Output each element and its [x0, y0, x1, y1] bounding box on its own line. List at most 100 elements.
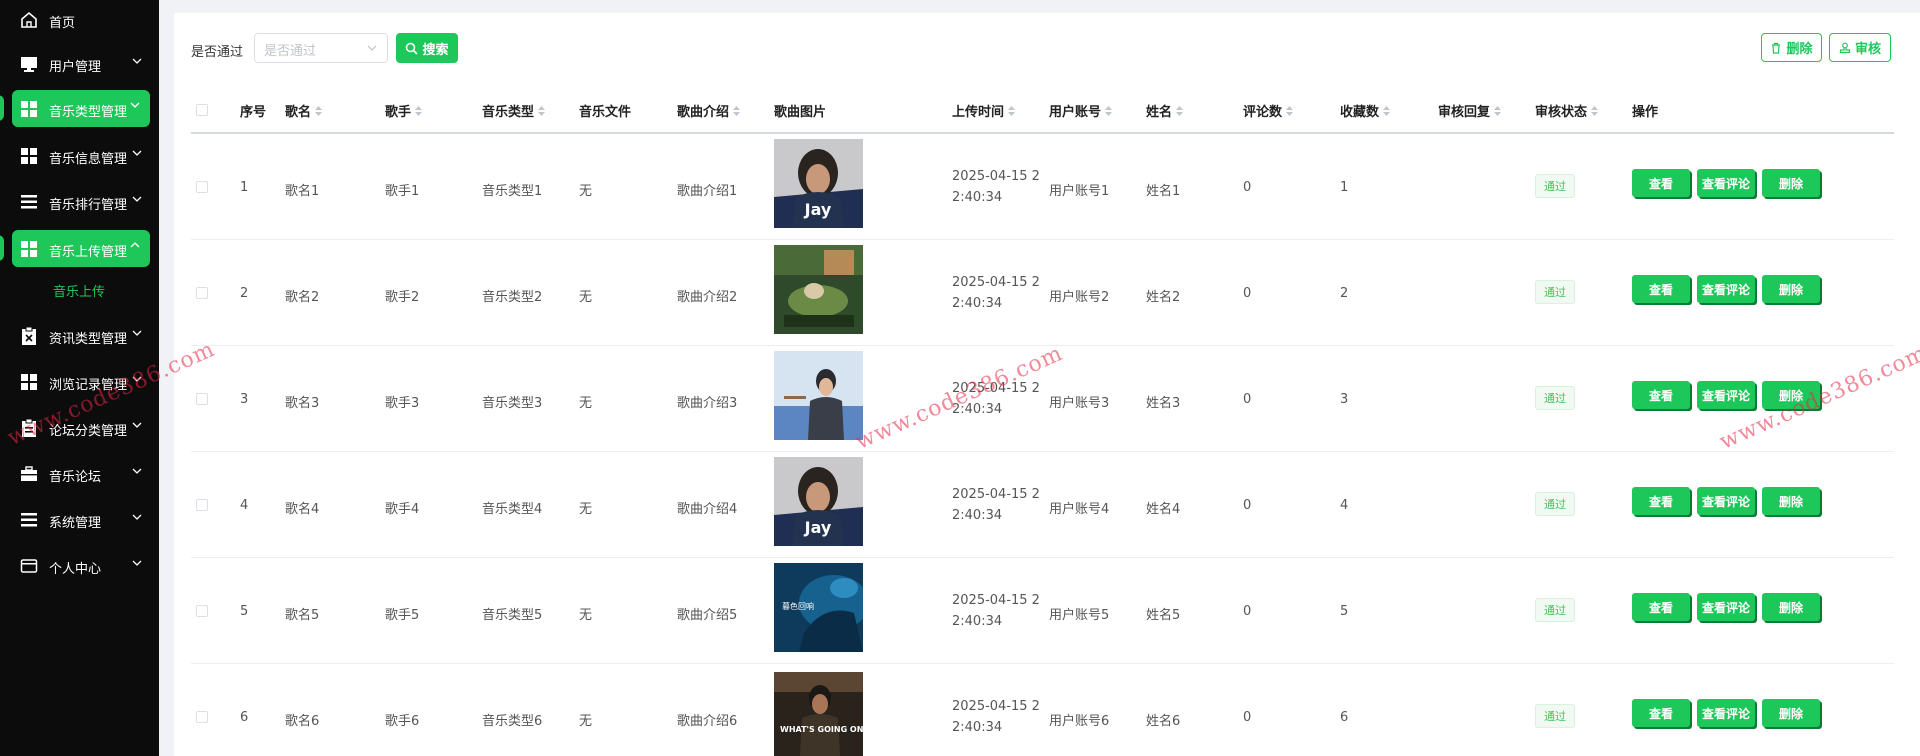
sort-icon[interactable]	[1286, 105, 1294, 116]
search-button[interactable]: 搜索	[396, 33, 458, 63]
sort-icon[interactable]	[1494, 105, 1502, 116]
review-button[interactable]: 审核	[1829, 33, 1891, 62]
column-header-song-intro[interactable]: 歌曲介绍	[677, 101, 741, 120]
chevron-down-icon	[132, 58, 142, 64]
sort-icon[interactable]	[733, 105, 741, 116]
batch-delete-label: 删除	[1786, 42, 1813, 57]
sidebar-item-music-forum[interactable]: 音乐论坛	[0, 454, 159, 494]
row-checkbox[interactable]	[196, 499, 208, 511]
cell-singer: 歌手1	[385, 184, 420, 199]
delete-button[interactable]: 删除	[1762, 381, 1820, 409]
view-button[interactable]: 查看	[1632, 487, 1690, 515]
cell-index: 2	[240, 286, 249, 301]
status-badge: 通过	[1535, 174, 1575, 198]
sort-icon[interactable]	[1105, 105, 1113, 116]
sidebar-item-home[interactable]: 首页	[0, 0, 159, 40]
cell-index: 1	[240, 180, 249, 195]
delete-button[interactable]: 删除	[1762, 699, 1820, 727]
view-button[interactable]: 查看	[1632, 169, 1690, 197]
grid-icon	[20, 147, 38, 165]
cell-music-type: 音乐类型4	[482, 502, 543, 517]
view-comments-button[interactable]: 查看评论	[1697, 699, 1755, 727]
cell-music-type: 音乐类型3	[482, 396, 543, 411]
view-comments-button[interactable]: 查看评论	[1697, 381, 1755, 409]
delete-button[interactable]: 删除	[1762, 487, 1820, 515]
column-header-name[interactable]: 姓名	[1146, 101, 1184, 120]
view-button[interactable]: 查看	[1632, 275, 1690, 303]
submenu-item-music-upload[interactable]: 音乐上传	[53, 281, 105, 300]
song-image[interactable]: WHAT'S GOING ON...?	[774, 672, 863, 756]
sidebar-item-music-info-management[interactable]: 音乐信息管理	[0, 136, 159, 176]
sort-icon[interactable]	[1176, 105, 1184, 116]
cell-song: 歌名5	[285, 608, 320, 623]
image-caption: WHAT'S GOING ON...?	[780, 725, 863, 734]
column-header-upload-time[interactable]: 上传时间	[952, 101, 1016, 120]
view-comments-button[interactable]: 查看评论	[1697, 169, 1755, 197]
chevron-down-icon	[132, 514, 142, 520]
sidebar-item-forum-category-management[interactable]: 论坛分类管理	[0, 408, 159, 448]
song-image[interactable]: Jay	[774, 457, 863, 546]
view-comments-button[interactable]: 查看评论	[1697, 593, 1755, 621]
song-image[interactable]: Jay	[774, 139, 863, 228]
cell-upload-time: 2025-04-15 22:40:34	[952, 381, 1040, 417]
cell-song: 歌名1	[285, 184, 320, 199]
sidebar-item-user-management[interactable]: 用户管理	[0, 44, 159, 84]
view-button[interactable]: 查看	[1632, 381, 1690, 409]
sidebar-item-personal-center[interactable]: 个人中心	[0, 546, 159, 586]
filter-label: 是否通过	[191, 45, 244, 60]
row-checkbox[interactable]	[196, 711, 208, 723]
column-header-review-reply[interactable]: 审核回复	[1438, 101, 1502, 120]
status-badge: 通过	[1535, 386, 1575, 410]
sort-icon[interactable]	[1383, 105, 1391, 116]
sort-icon[interactable]	[1008, 105, 1016, 116]
sidebar-item-system-management[interactable]: 系统管理	[0, 500, 159, 540]
sort-icon[interactable]	[1591, 105, 1599, 116]
song-image[interactable]	[774, 245, 863, 334]
column-header-favorite-count[interactable]: 收藏数	[1340, 101, 1391, 120]
sort-icon[interactable]	[415, 105, 423, 116]
cell-upload-time: 2025-04-15 22:40:34	[952, 593, 1040, 629]
row-checkbox[interactable]	[196, 393, 208, 405]
cell-music-type: 音乐类型2	[482, 290, 543, 305]
delete-button[interactable]: 删除	[1762, 275, 1820, 303]
sidebar-item-music-type-management[interactable]: 音乐类型管理	[12, 90, 150, 127]
sidebar-item-browse-history-management[interactable]: 浏览记录管理	[0, 362, 159, 402]
delete-button[interactable]: 删除	[1762, 593, 1820, 621]
view-comments-button[interactable]: 查看评论	[1697, 487, 1755, 515]
batch-delete-button[interactable]: 删除	[1761, 33, 1822, 62]
view-comments-button[interactable]: 查看评论	[1697, 275, 1755, 303]
column-header-music-type[interactable]: 音乐类型	[482, 101, 546, 120]
cell-name: 姓名5	[1146, 608, 1181, 623]
cell-music-file: 无	[579, 396, 593, 411]
cell-index: 5	[240, 604, 249, 619]
song-image[interactable]: 暮色回响	[774, 563, 863, 652]
approval-status-select[interactable]: 是否通过	[254, 33, 388, 63]
column-header-music-file: 音乐文件	[579, 105, 632, 120]
column-header-user-account[interactable]: 用户账号	[1049, 101, 1113, 120]
column-header-review-status[interactable]: 审核状态	[1535, 101, 1599, 120]
cell-song-intro: 歌曲介绍6	[677, 714, 738, 729]
column-header-singer[interactable]: 歌手	[385, 101, 423, 120]
song-image[interactable]	[774, 351, 863, 440]
select-all-checkbox[interactable]	[196, 104, 208, 116]
monitor-icon	[20, 55, 38, 73]
cell-index: 4	[240, 498, 249, 513]
cell-user-account: 用户账号3	[1049, 396, 1110, 411]
delete-button[interactable]: 删除	[1762, 169, 1820, 197]
sidebar-item-news-type-management[interactable]: 资讯类型管理	[0, 316, 159, 356]
view-button[interactable]: 查看	[1632, 699, 1690, 727]
column-header-comment-count[interactable]: 评论数	[1243, 101, 1294, 120]
view-button[interactable]: 查看	[1632, 593, 1690, 621]
cell-user-account: 用户账号4	[1049, 502, 1110, 517]
sidebar-item-music-ranking-management[interactable]: 音乐排行管理	[0, 182, 159, 222]
row-checkbox[interactable]	[196, 181, 208, 193]
search-button-label: 搜索	[422, 42, 449, 58]
cell-song-intro: 歌曲介绍3	[677, 396, 738, 411]
sidebar-item-music-upload-management[interactable]: 音乐上传管理	[12, 230, 150, 267]
column-header-song[interactable]: 歌名	[285, 101, 323, 120]
row-checkbox[interactable]	[196, 605, 208, 617]
row-checkbox[interactable]	[196, 287, 208, 299]
sort-icon[interactable]	[538, 105, 546, 116]
cell-favorite-count: 3	[1340, 392, 1349, 407]
sort-icon[interactable]	[315, 105, 323, 116]
